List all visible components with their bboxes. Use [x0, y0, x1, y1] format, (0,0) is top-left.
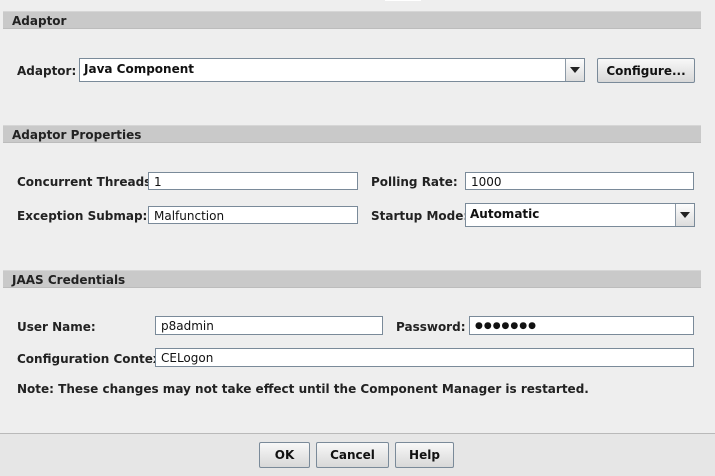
- chevron-down-icon[interactable]: [675, 204, 694, 226]
- password-masked-value: ●●●●●●●: [475, 321, 537, 331]
- ok-button-label: OK: [274, 448, 295, 462]
- section-title: JAAS Credentials: [12, 273, 126, 287]
- startup-mode-combobox[interactable]: Automatic: [465, 203, 695, 227]
- password-label: Password:: [396, 320, 466, 334]
- configuration-context-value: CELogon: [161, 351, 214, 365]
- concurrent-threads-label: Concurrent Threads:: [17, 175, 157, 189]
- startup-mode-label: Startup Mode:: [371, 209, 469, 223]
- configure-button[interactable]: Configure...: [597, 58, 695, 83]
- user-name-value: p8admin: [161, 319, 214, 333]
- exception-submap-label: Exception Submap:: [17, 209, 148, 223]
- restart-note: Note: These changes may not take effect …: [17, 382, 589, 396]
- adaptor-combobox-value: Java Component: [84, 62, 195, 76]
- user-name-label: User Name:: [17, 320, 96, 334]
- section-header-adaptor: Adaptor: [3, 11, 701, 29]
- exception-submap-value: Malfunction: [154, 209, 225, 223]
- configuration-context-input[interactable]: CELogon: [155, 348, 694, 367]
- adaptor-combobox[interactable]: Java Component: [79, 58, 585, 82]
- polling-rate-input[interactable]: 1000: [465, 172, 694, 190]
- polling-rate-label: Polling Rate:: [371, 175, 458, 189]
- cancel-button[interactable]: Cancel: [316, 442, 389, 468]
- cancel-button-label: Cancel: [330, 448, 375, 462]
- section-title: Adaptor: [12, 14, 67, 28]
- section-title: Adaptor Properties: [12, 128, 142, 142]
- configure-button-label: Configure...: [606, 63, 686, 78]
- polling-rate-value: 1000: [471, 175, 502, 189]
- section-header-adaptor-properties: Adaptor Properties: [3, 125, 701, 143]
- concurrent-threads-input[interactable]: 1: [148, 172, 358, 190]
- concurrent-threads-value: 1: [154, 175, 162, 189]
- adaptor-label: Adaptor:: [17, 64, 77, 78]
- password-input[interactable]: ●●●●●●●: [469, 316, 694, 335]
- configuration-context-label: Configuration Context:: [17, 352, 172, 366]
- ok-button[interactable]: OK: [259, 442, 310, 468]
- window-tab-edge: [385, 0, 421, 6]
- help-button-label: Help: [409, 448, 440, 462]
- exception-submap-input[interactable]: Malfunction: [148, 206, 358, 224]
- section-header-jaas-credentials: JAAS Credentials: [3, 270, 701, 288]
- help-button[interactable]: Help: [395, 442, 454, 468]
- chevron-down-icon[interactable]: [565, 59, 584, 81]
- startup-mode-value: Automatic: [470, 207, 540, 221]
- user-name-input[interactable]: p8admin: [155, 316, 383, 335]
